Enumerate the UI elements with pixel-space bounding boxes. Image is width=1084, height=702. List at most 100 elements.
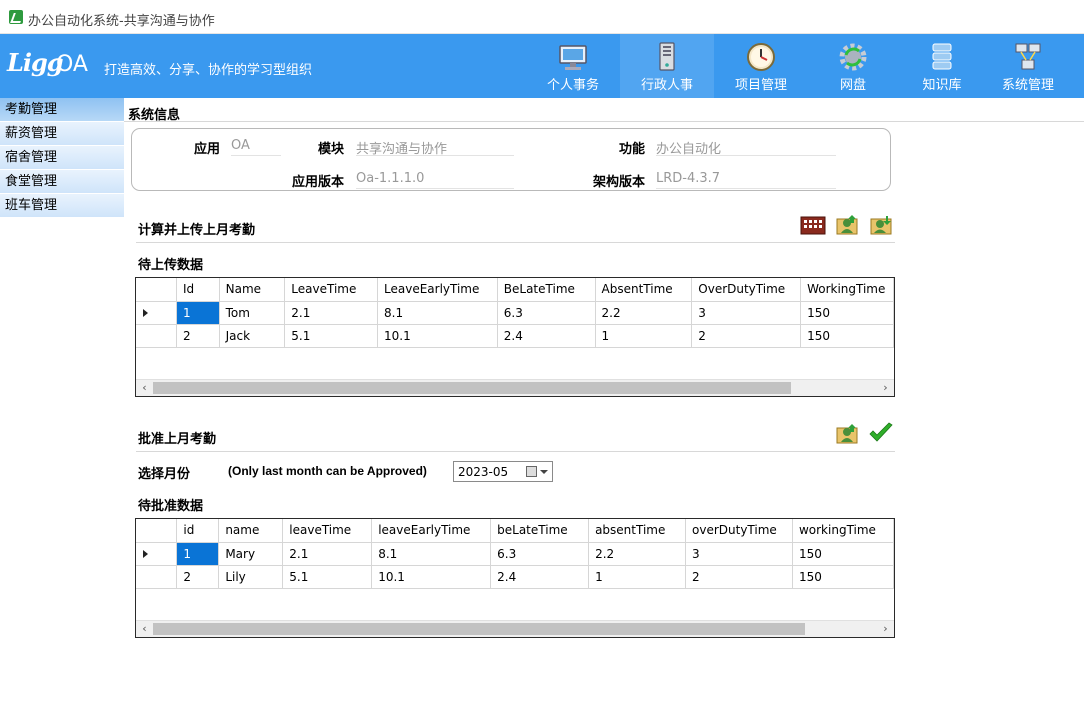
grid-cell[interactable]: 2 xyxy=(176,324,220,348)
grid-cell[interactable]: 1 xyxy=(176,542,220,566)
row-header[interactable] xyxy=(136,542,178,566)
divider xyxy=(136,242,895,243)
column-header[interactable]: LeaveTime xyxy=(284,278,379,302)
server-icon xyxy=(659,42,675,71)
grid-cell[interactable]: Tom xyxy=(219,301,286,325)
nav-netdisk[interactable]: 网盘 xyxy=(806,34,900,98)
row-header[interactable] xyxy=(136,301,177,325)
grid-cell[interactable]: 150 xyxy=(792,565,894,589)
scroll-right-icon[interactable]: › xyxy=(877,621,894,637)
scrollbar-thumb[interactable] xyxy=(153,382,791,394)
column-header[interactable]: Id xyxy=(176,278,220,302)
grid-cell[interactable]: Jack xyxy=(219,324,286,348)
row-header[interactable] xyxy=(136,565,178,589)
grid-cell[interactable]: 3 xyxy=(685,542,793,566)
arch-version-value: LRD-4.3.7 xyxy=(656,171,836,189)
grid-cell[interactable]: 2 xyxy=(176,565,220,589)
grid-cell[interactable]: 6.3 xyxy=(490,542,590,566)
scrollbar-thumb[interactable] xyxy=(153,623,805,635)
grid-cell[interactable]: 3 xyxy=(691,301,802,325)
column-header[interactable]: absentTime xyxy=(588,519,687,543)
grid-cell[interactable]: 150 xyxy=(800,324,894,348)
column-header[interactable]: beLateTime xyxy=(490,519,590,543)
column-header[interactable]: Name xyxy=(219,278,286,302)
column-header[interactable]: OverDutyTime xyxy=(691,278,802,302)
sidebar-item-canteen[interactable]: 食堂管理 xyxy=(0,170,124,194)
month-picker[interactable]: 2023-05 xyxy=(453,461,553,482)
table-row[interactable]: 2 Jack 5.1 10.1 2.4 1 2 150 xyxy=(136,324,894,348)
column-header[interactable]: WorkingTime xyxy=(800,278,894,302)
sidebar-item-attendance[interactable]: 考勤管理 xyxy=(0,98,124,122)
nav-personal-affairs[interactable]: 个人事务 xyxy=(526,34,620,98)
divider xyxy=(136,451,895,452)
grid-cell[interactable]: Lily xyxy=(218,565,284,589)
month-label: 选择月份 xyxy=(138,467,191,482)
app-icon xyxy=(9,10,23,24)
grid-cell[interactable]: 2.4 xyxy=(497,324,596,348)
grid-cell[interactable]: 6.3 xyxy=(497,301,596,325)
column-header[interactable]: leaveTime xyxy=(282,519,373,543)
column-header[interactable]: AbsentTime xyxy=(595,278,693,302)
scroll-left-icon[interactable]: ‹ xyxy=(136,621,153,637)
approve-data-grid[interactable]: id name leaveTime leaveEarlyTime beLateT… xyxy=(135,518,895,638)
nav-label: 行政人事 xyxy=(640,78,693,93)
calculate-icon[interactable] xyxy=(800,214,826,238)
scroll-left-icon[interactable]: ‹ xyxy=(136,380,153,396)
app-label: 应用 xyxy=(193,142,220,157)
grid-cell[interactable]: 5.1 xyxy=(282,565,373,589)
user-download-icon[interactable] xyxy=(868,213,894,237)
sidebar-item-dormitory[interactable]: 宿舍管理 xyxy=(0,146,124,170)
grid-cell[interactable]: 8.1 xyxy=(371,542,492,566)
grid-cell[interactable]: 2.4 xyxy=(490,565,590,589)
current-row-arrow-icon xyxy=(143,308,148,317)
month-picker-value: 2023-05 xyxy=(458,465,509,479)
grid-cell[interactable]: 5.1 xyxy=(284,324,379,348)
sidebar-item-salary[interactable]: 薪资管理 xyxy=(0,122,124,146)
column-header[interactable]: id xyxy=(176,519,220,543)
user-upload-icon[interactable] xyxy=(834,213,860,237)
nav-knowledge-base[interactable]: 知识库 xyxy=(895,34,989,98)
app-value: OA xyxy=(231,138,281,156)
nav-system-management[interactable]: 系统管理 xyxy=(981,34,1075,98)
grid-cell[interactable]: 2.1 xyxy=(282,542,373,566)
horizontal-scrollbar[interactable]: ‹ › xyxy=(136,379,894,396)
table-row[interactable]: 1 Tom 2.1 8.1 6.3 2.2 3 150 xyxy=(136,301,894,325)
column-header[interactable]: workingTime xyxy=(792,519,894,543)
sidebar-item-shuttle-bus[interactable]: 班车管理 xyxy=(0,194,124,218)
grid-cell[interactable]: 2.2 xyxy=(595,301,693,325)
grid-cell[interactable]: 2.1 xyxy=(284,301,379,325)
table-row[interactable]: 1 Mary 2.1 8.1 6.3 2.2 3 150 xyxy=(136,542,894,566)
nav-project-management[interactable]: 项目管理 xyxy=(714,34,808,98)
grid-cell[interactable]: 1 xyxy=(595,324,693,348)
grid-cell[interactable]: 2.2 xyxy=(588,542,687,566)
grid-cell[interactable]: 1 xyxy=(588,565,687,589)
chevron-down-icon[interactable] xyxy=(540,470,548,474)
function-value: 办公自动化 xyxy=(656,138,836,157)
grid-cell[interactable]: 2 xyxy=(685,565,793,589)
column-header[interactable]: leaveEarlyTime xyxy=(371,519,492,543)
approve-check-icon[interactable] xyxy=(868,421,894,445)
column-header[interactable]: BeLateTime xyxy=(497,278,596,302)
grid-cell[interactable]: 1 xyxy=(176,301,220,325)
approve-data-title: 待批准数据 xyxy=(138,499,204,514)
calendar-icon[interactable] xyxy=(526,466,537,477)
horizontal-scrollbar[interactable]: ‹ › xyxy=(136,620,894,637)
grid-cell[interactable]: 8.1 xyxy=(377,301,498,325)
upload-data-title: 待上传数据 xyxy=(138,258,204,273)
user-upload-icon[interactable] xyxy=(834,422,860,446)
grid-cell[interactable]: Mary xyxy=(218,542,284,566)
nav-admin-hr[interactable]: 行政人事 xyxy=(620,34,714,98)
grid-cell[interactable]: 10.1 xyxy=(371,565,492,589)
grid-cell[interactable]: 150 xyxy=(800,301,894,325)
upload-data-grid[interactable]: Id Name LeaveTime LeaveEarlyTime BeLateT… xyxy=(135,277,895,397)
row-header[interactable] xyxy=(136,324,177,348)
grid-cell[interactable]: 2 xyxy=(691,324,802,348)
column-header[interactable]: name xyxy=(218,519,284,543)
column-header[interactable]: LeaveEarlyTime xyxy=(377,278,498,302)
grid-cell[interactable]: 150 xyxy=(792,542,894,566)
table-row[interactable]: 2 Lily 5.1 10.1 2.4 1 2 150 xyxy=(136,565,894,589)
column-header[interactable]: overDutyTime xyxy=(685,519,793,543)
function-label: 功能 xyxy=(618,142,645,157)
grid-cell[interactable]: 10.1 xyxy=(377,324,498,348)
scroll-right-icon[interactable]: › xyxy=(877,380,894,396)
